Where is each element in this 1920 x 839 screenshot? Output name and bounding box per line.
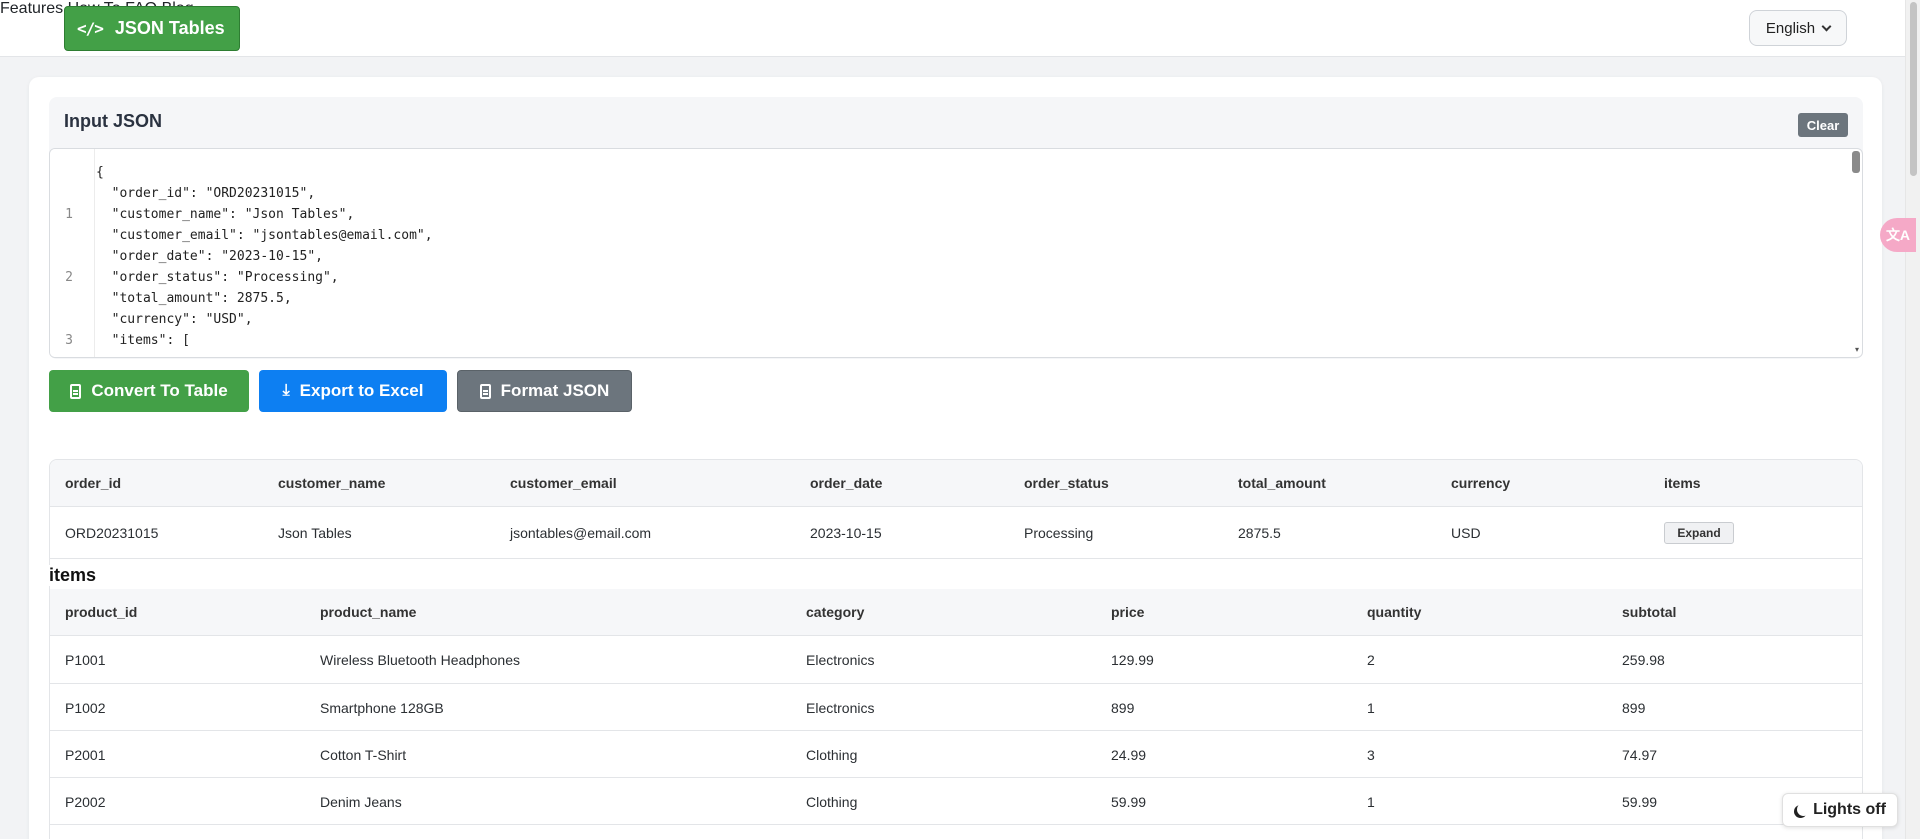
- column-header: order_id: [65, 475, 122, 491]
- table-cell: Wireless Bluetooth Headphones: [320, 652, 521, 668]
- code-line: "currency": "USD",: [96, 312, 253, 327]
- page-scrollbar[interactable]: [1905, 0, 1920, 839]
- table-cell: 59.99: [1622, 794, 1658, 810]
- code-line: {: [96, 165, 104, 180]
- table-row: P2002 Denim Jeans Clothing 59.99 1 59.99: [50, 778, 1862, 825]
- table-cell: 259.98: [1622, 652, 1665, 668]
- table-cell: 2875.5: [1238, 525, 1281, 541]
- column-header: customer_email: [510, 475, 617, 491]
- table-cell: Cotton T-Shirt: [320, 747, 407, 763]
- format-json-button[interactable]: Format JSON: [457, 370, 632, 412]
- column-header: price: [1111, 604, 1145, 620]
- moon-icon: [1797, 803, 1810, 816]
- column-header: category: [806, 604, 865, 620]
- column-header: product_name: [320, 604, 417, 620]
- export-label: Export to Excel: [299, 381, 424, 400]
- language-label: English: [1765, 19, 1816, 37]
- table-cell: Processing: [1024, 525, 1094, 541]
- column-header: order_status: [1024, 475, 1109, 491]
- column-header: customer_name: [278, 475, 386, 491]
- format-label: Format JSON: [500, 381, 610, 400]
- table-cell: USD: [1451, 525, 1481, 541]
- table-cell: Electronics: [806, 652, 875, 668]
- code-line: "total_amount": 2875.5,: [96, 291, 292, 306]
- clear-button[interactable]: Clear: [1798, 113, 1848, 137]
- table-cell: 2023-10-15: [810, 525, 882, 541]
- items-table-header: product_id product_name category price q…: [50, 589, 1862, 636]
- code-line: "order_date": "2023-10-15",: [96, 249, 323, 264]
- lights-off-label: Lights off: [1813, 801, 1886, 818]
- code-content[interactable]: { "order_id": "ORD20231015", "customer_n…: [96, 162, 433, 351]
- column-header: quantity: [1367, 604, 1422, 620]
- line-number-gutter: 1 2 3 4 5 6 7 8 9: [50, 149, 95, 357]
- table-cell: Clothing: [806, 794, 858, 810]
- column-header: subtotal: [1622, 604, 1677, 620]
- convert-to-table-button[interactable]: Convert To Table: [49, 370, 249, 412]
- document-icon: [479, 383, 491, 399]
- export-to-excel-button[interactable]: ⤓ Export to Excel: [259, 370, 447, 412]
- table-cell: P2002: [65, 794, 106, 810]
- code-line: "items": [: [96, 333, 190, 348]
- table-cell: P1002: [65, 700, 106, 716]
- items-table-title: items: [49, 565, 149, 586]
- code-line: "order_status": "Processing",: [96, 270, 339, 285]
- table-cell: Electronics: [806, 700, 875, 716]
- table-cell: Clothing: [806, 747, 858, 763]
- column-header: currency: [1451, 475, 1511, 491]
- table-cell: 1: [1367, 794, 1375, 810]
- json-editor[interactable]: 1 2 3 4 5 6 7 8 9 { "order_id": "ORD2023…: [49, 148, 1863, 358]
- code-line: "customer_email": "jsontables@email.com"…: [96, 228, 433, 243]
- document-icon: [70, 383, 82, 399]
- code-icon: </>: [77, 19, 104, 38]
- chevron-down-icon: [1821, 21, 1832, 31]
- line-number: 2: [65, 270, 73, 285]
- scroll-down-arrow-icon[interactable]: ▾: [1855, 346, 1859, 354]
- line-number: 1: [65, 207, 73, 222]
- table-cell: 1: [1367, 700, 1375, 716]
- table-cell: 2: [1367, 652, 1375, 668]
- code-line: "order_id": "ORD20231015",: [96, 186, 316, 201]
- table-cell: 74.97: [1622, 747, 1658, 763]
- input-title: Input JSON: [64, 111, 162, 131]
- logo[interactable]: </> JSON Tables: [64, 6, 240, 51]
- column-header: order_date: [810, 475, 883, 491]
- table-cell: Json Tables: [278, 525, 352, 541]
- page-scrollbar-thumb[interactable]: [1910, 2, 1917, 176]
- table-cell: 3: [1367, 747, 1375, 763]
- editor-scrollbar-thumb[interactable]: [1852, 151, 1860, 173]
- table-cell: 899: [1622, 700, 1646, 716]
- table-row: P1002 Smartphone 128GB Electronics 899 1…: [50, 684, 1862, 731]
- column-header: product_id: [65, 604, 138, 620]
- table-cell: ORD20231015: [65, 525, 159, 541]
- download-icon: ⤓: [282, 382, 290, 399]
- result-tables: order_id customer_name customer_email or…: [49, 459, 1863, 839]
- table-cell: jsontables@email.com: [510, 525, 652, 541]
- order-table-header: order_id customer_name customer_email or…: [50, 460, 1862, 507]
- table-cell: P2001: [65, 747, 106, 763]
- line-number: 3: [65, 333, 73, 348]
- table-cell: P1001: [65, 652, 106, 668]
- table-cell: Denim Jeans: [320, 794, 402, 810]
- table-cell: 129.99: [1111, 652, 1154, 668]
- table-cell: 59.99: [1111, 794, 1147, 810]
- table-cell: 24.99: [1111, 747, 1147, 763]
- table-cell: 899: [1111, 700, 1135, 716]
- code-line: "customer_name": "Json Tables",: [96, 207, 355, 222]
- translate-icon[interactable]: 文A: [1880, 218, 1916, 252]
- top-header: </> JSON Tables Features How To FAQ Blog…: [0, 0, 1905, 57]
- logo-text: JSON Tables: [114, 18, 225, 38]
- column-header: items: [1664, 475, 1701, 491]
- column-header: total_amount: [1238, 475, 1326, 491]
- nav-features[interactable]: Features: [0, 0, 63, 17]
- table-row: ORD20231015 Json Tables jsontables@email…: [50, 507, 1862, 559]
- expand-items-button[interactable]: Expand: [1664, 522, 1734, 544]
- lights-off-toggle[interactable]: Lights off: [1782, 793, 1898, 827]
- table-cell: Smartphone 128GB: [320, 700, 444, 716]
- table-row: P1001 Wireless Bluetooth Headphones Elec…: [50, 636, 1862, 684]
- language-select[interactable]: English: [1749, 10, 1847, 46]
- convert-label: Convert To Table: [91, 381, 228, 400]
- table-row: P2001 Cotton T-Shirt Clothing 24.99 3 74…: [50, 731, 1862, 778]
